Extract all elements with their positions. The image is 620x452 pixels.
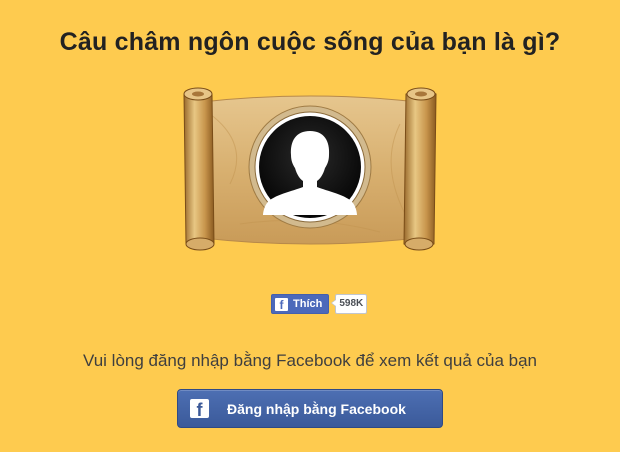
facebook-like-widget: f Thích 598K [271,294,368,314]
scroll-left-roll [183,89,215,249]
scroll-right-roll [403,89,437,249]
facebook-f-icon: f [275,297,288,311]
like-button-label: Thích [293,298,323,310]
facebook-login-button[interactable]: f Đăng nhập bằng Facebook [177,389,443,428]
parchment-scroll-image [183,87,437,251]
page-title: Câu châm ngôn cuộc sống của bạn là gì? [59,28,561,56]
facebook-f-icon: f [190,399,209,418]
like-count: 598K [331,294,368,314]
login-button-label: Đăng nhập bằng Facebook [227,400,406,417]
like-button[interactable]: f Thích [271,294,330,314]
login-prompt-text: Vui lòng đăng nhập bằng Facebook để xem … [83,351,537,370]
